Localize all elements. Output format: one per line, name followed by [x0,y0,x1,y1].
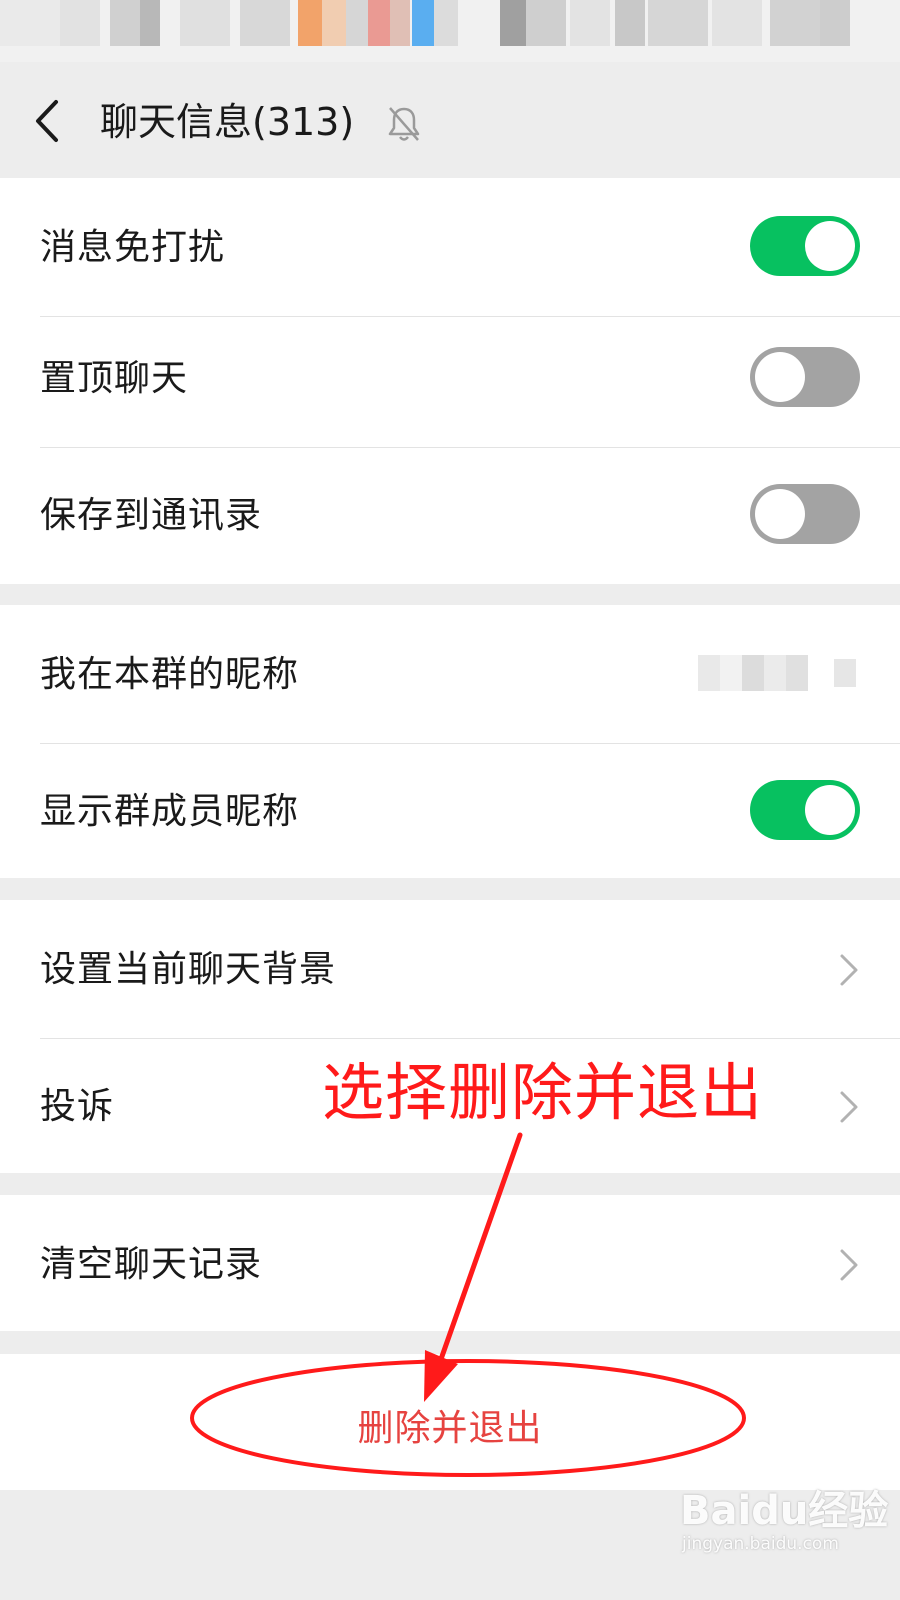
save-to-contacts-toggle[interactable] [750,484,860,544]
status-bar [0,0,900,62]
chevron-right-icon [840,1091,858,1123]
row-label: 置顶聊天 [40,358,189,399]
toggle-knob [805,221,855,271]
page-title: 聊天信息(313) [100,100,355,144]
chevron-right-icon [840,1249,858,1281]
row-label: 消息免打扰 [40,227,226,268]
chevron-right-icon [840,954,858,986]
row-chat-background[interactable]: 设置当前聊天背景 [0,900,900,1039]
row-mute-notifications[interactable]: 消息免打扰 [0,178,900,317]
row-label: 清空聊天记录 [40,1244,263,1285]
toggle-knob [755,489,805,539]
row-my-group-nickname[interactable]: 我在本群的昵称 [0,605,900,744]
settings-group-history: 清空聊天记录 [0,1195,900,1331]
annotation-label: 选择删除并退出 [322,1056,764,1129]
toggle-knob [755,352,805,402]
back-arrow-icon[interactable] [28,96,68,146]
toggle-knob [805,785,855,835]
row-label: 设置当前聊天背景 [40,949,337,990]
settings-group-nickname: 我在本群的昵称 显示群成员昵称 [0,605,900,878]
baidu-jingyan-watermark: Baidu经验 jingyan.baidu.com [676,1470,888,1580]
row-label: 投诉 [40,1086,115,1127]
row-label: 保存到通讯录 [40,495,263,536]
show-member-nicknames-toggle[interactable] [750,780,860,840]
watermark-url: jingyan.baidu.com [682,1534,839,1554]
row-show-member-nicknames[interactable]: 显示群成员昵称 [0,742,900,881]
muted-bell-icon [388,107,420,141]
row-pin-chat[interactable]: 置顶聊天 [0,309,900,448]
watermark-brand: Baidu经验 [680,1488,889,1534]
nav-header: 聊天信息(313) [0,62,900,180]
row-save-to-contacts[interactable]: 保存到通讯录 [0,446,900,585]
row-label: 我在本群的昵称 [40,654,300,695]
pin-chat-toggle[interactable] [750,347,860,407]
blurred-nickname-value [698,655,856,691]
row-label: 显示群成员昵称 [40,791,300,832]
settings-group-notifications: 消息免打扰 置顶聊天 保存到通讯录 [0,178,900,584]
row-clear-chat-history[interactable]: 清空聊天记录 [0,1195,900,1334]
mute-notifications-toggle[interactable] [750,216,860,276]
